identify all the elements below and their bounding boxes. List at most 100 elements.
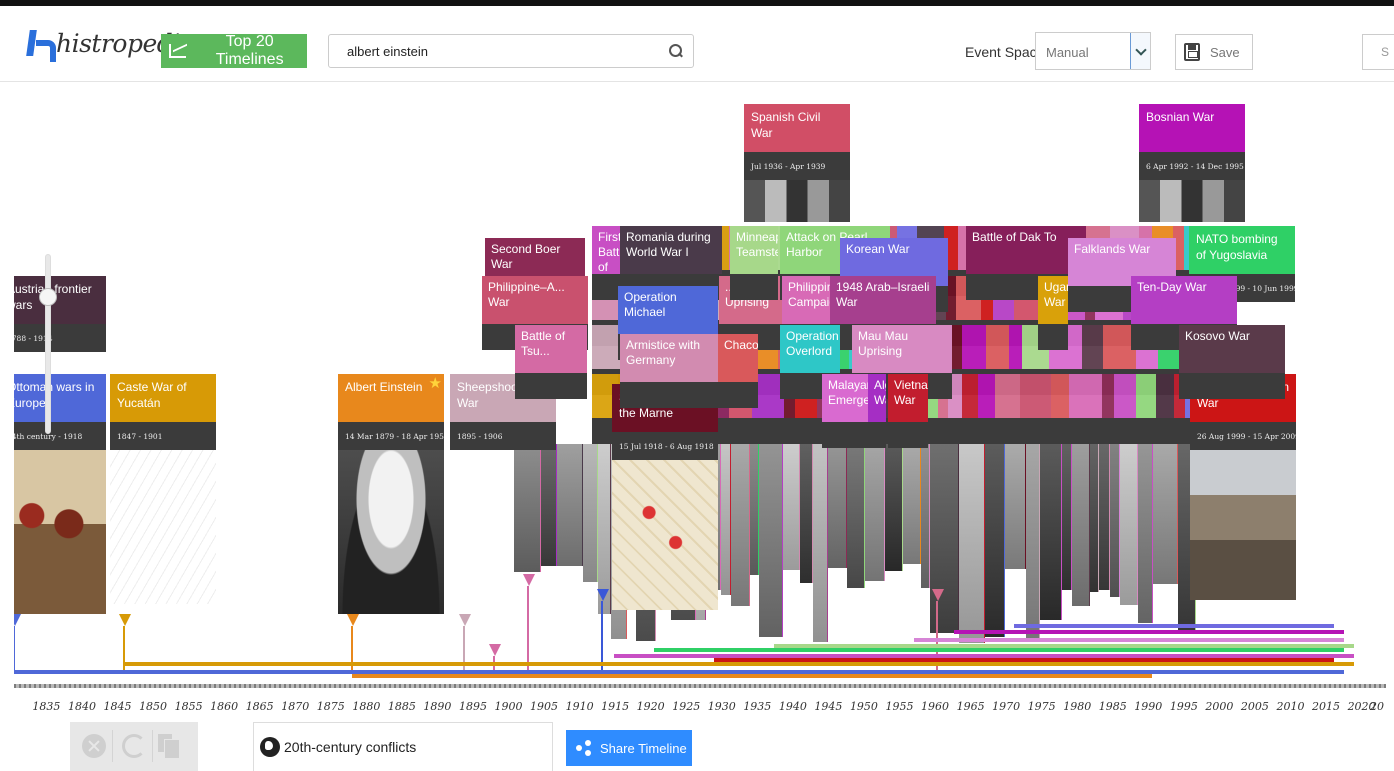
event-label-maumau[interactable]: Mau Mau Uprising — [852, 325, 952, 373]
event-marker-icon[interactable] — [597, 589, 609, 601]
event-photo-column[interactable] — [1120, 444, 1138, 605]
event-image[interactable] — [14, 450, 106, 614]
chevron-down-icon[interactable] — [1130, 33, 1150, 69]
zoom-slider-handle[interactable] — [39, 288, 57, 306]
event-photo-column[interactable] — [959, 444, 985, 643]
settings-button-partial[interactable]: S — [1362, 34, 1394, 70]
event-label-block[interactable] — [995, 374, 1020, 418]
event-photo-column[interactable] — [1005, 444, 1026, 569]
event-card-ottoman[interactable]: Ottoman wars in Europe14th century - 191… — [14, 374, 106, 614]
event-label-block[interactable] — [962, 325, 986, 369]
timeline-stage[interactable]: Austrian frontier wars1788 - 1914 Ottoman… — [14, 84, 1386, 694]
event-label-block[interactable] — [1009, 325, 1022, 369]
event-marker-icon[interactable] — [932, 589, 944, 601]
zoom-slider[interactable] — [39, 254, 57, 434]
event-marker-icon[interactable] — [14, 614, 21, 626]
event-label-block[interactable] — [986, 325, 1009, 369]
event-card-spanish[interactable]: Spanish Civil War Jul 1936 - Apr 1939 — [744, 104, 850, 222]
event-photo-column[interactable] — [583, 444, 598, 582]
event-label-romania[interactable]: Romania during World War I — [620, 226, 722, 274]
event-photo-column[interactable] — [885, 444, 903, 571]
event-photo-column[interactable] — [800, 444, 813, 583]
event-label-philcamp[interactable]: Philippine Campaign — [782, 276, 830, 324]
event-image[interactable] — [1190, 450, 1296, 600]
event-label-overlord[interactable]: Operation Overlord — [780, 325, 840, 373]
event-photo-column[interactable] — [865, 444, 885, 581]
event-duration-bar[interactable] — [914, 638, 1344, 642]
delete-icon[interactable] — [82, 734, 106, 758]
event-photo-column[interactable] — [1099, 444, 1110, 590]
save-button[interactable]: Save — [1175, 34, 1253, 70]
top-20-timelines-button[interactable]: Top 20 Timelines — [161, 33, 307, 68]
event-image[interactable] — [612, 460, 718, 610]
event-marker-icon[interactable] — [119, 614, 131, 626]
event-marker-icon[interactable] — [459, 614, 471, 626]
event-card-caste[interactable]: Caste War of Yucatán 1847 - 1901 — [110, 374, 216, 604]
event-photo-column[interactable] — [721, 444, 731, 595]
event-photo-column[interactable] — [750, 444, 759, 575]
event-label-block[interactable] — [962, 374, 978, 418]
event-label-block[interactable] — [1051, 374, 1069, 418]
event-photo-column[interactable] — [731, 444, 750, 606]
event-photo-column[interactable] — [541, 444, 557, 566]
search-input[interactable] — [347, 44, 647, 59]
event-photo-column[interactable] — [1026, 444, 1040, 639]
event-label-block[interactable] — [1156, 374, 1174, 418]
event-label-block[interactable] — [1069, 374, 1102, 418]
event-photo-column[interactable] — [1090, 444, 1099, 592]
event-photo-column[interactable] — [813, 444, 828, 642]
event-image[interactable] — [744, 180, 850, 222]
timeline-title-field[interactable]: 20th-century conflicts — [253, 722, 553, 771]
event-image[interactable] — [1139, 180, 1245, 222]
event-photo-column[interactable] — [759, 444, 783, 637]
event-photo-column[interactable] — [514, 444, 541, 572]
copy-icon[interactable] — [158, 734, 182, 759]
event-card-chechen[interactable]: Second Chechen War26 Aug 1999 - 15 Apr 2… — [1190, 374, 1296, 600]
event-photo-column[interactable] — [930, 444, 959, 633]
event-card-bosnian[interactable]: Bosnian War 6 Apr 1992 - 14 Dec 1995 — [1139, 104, 1245, 222]
refresh-icon[interactable] — [122, 734, 146, 758]
star-icon[interactable]: ★ — [429, 376, 442, 391]
event-photo-column[interactable] — [1138, 444, 1153, 623]
share-timeline-button[interactable]: Share Timeline — [566, 730, 692, 766]
event-photo-column[interactable] — [985, 444, 1005, 637]
event-label-kosovo[interactable]: Kosovo War — [1179, 325, 1285, 373]
event-photo-column[interactable] — [921, 444, 930, 588]
event-label-block[interactable] — [1114, 374, 1136, 418]
event-label-alg[interactable]: Algerian War — [868, 374, 886, 422]
event-photo-column[interactable] — [1110, 444, 1120, 597]
event-label-michael[interactable]: Operation Michael — [618, 286, 718, 334]
event-duration-bar[interactable] — [1014, 624, 1334, 628]
timeline-axis[interactable]: 1835 1840 1845 1850 1855 1860 1865 1870 1875 1880… — [14, 680, 1386, 720]
event-duration-bar[interactable] — [124, 662, 1354, 666]
event-photo-column[interactable] — [1040, 444, 1062, 620]
event-marker-icon[interactable] — [347, 614, 359, 626]
zoom-slider-track[interactable] — [45, 254, 51, 434]
event-label-block[interactable] — [1102, 374, 1114, 418]
event-label-minnea[interactable]: Minneapolis Teamsters — [730, 226, 778, 274]
event-duration-bar[interactable] — [714, 658, 1334, 662]
event-marker-icon[interactable] — [489, 644, 501, 656]
event-label-block[interactable] — [978, 374, 995, 418]
event-label-block[interactable] — [1082, 325, 1103, 369]
event-label-malaya[interactable]: Malayan Emergency — [822, 374, 868, 422]
event-label-philam[interactable]: Philippine–A... War — [482, 276, 588, 324]
event-photo-column[interactable] — [847, 444, 865, 588]
event-duration-bar[interactable] — [654, 648, 1344, 652]
event-photo-column[interactable] — [1062, 444, 1072, 590]
event-duration-bar[interactable] — [954, 630, 1344, 634]
event-card-austrian[interactable]: Austrian frontier wars1788 - 1914 — [14, 276, 106, 352]
event-label-uganda[interactable]: Uganda War — [1038, 276, 1068, 324]
event-label-arabisraeli[interactable]: 1948 Arab–Israeli War — [830, 276, 936, 324]
event-image[interactable] — [338, 450, 444, 614]
event-label-armistice[interactable]: Armistice with Germany — [620, 334, 724, 382]
event-spacing-select[interactable]: Manual — [1035, 32, 1151, 70]
event-photo-column[interactable] — [1153, 444, 1178, 584]
event-card-marne[interactable]: Second Battle of the Marne15 Jul 1918 - … — [612, 384, 718, 610]
event-photo-column[interactable] — [903, 444, 921, 564]
event-image[interactable] — [110, 450, 216, 604]
event-photo-column[interactable] — [557, 444, 583, 566]
event-label-vietnam[interactable]: Vietnam War — [888, 374, 928, 422]
event-label-aisne[interactable]: First Battle of the Aisne — [592, 226, 620, 274]
event-label-chaco[interactable]: Chaco — [718, 334, 758, 382]
